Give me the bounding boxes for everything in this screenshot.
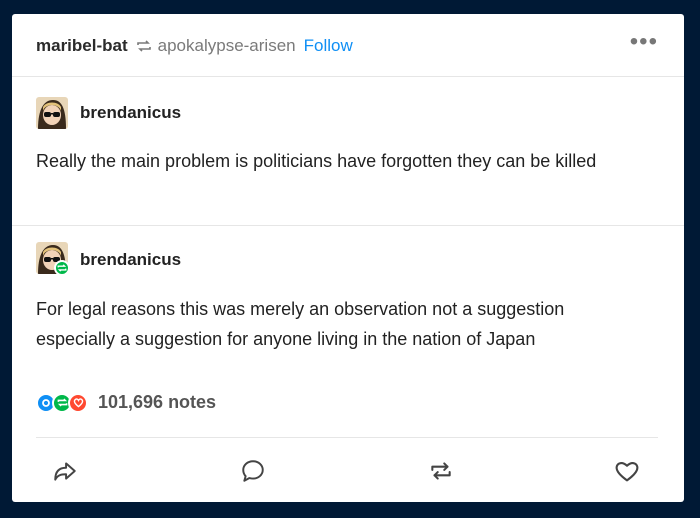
reblog-source-link[interactable]: apokalypse-arisen	[158, 36, 296, 56]
tumblr-post-card: maribel-bat apokalypse-arisen Follow •••	[12, 14, 684, 502]
reblog-icon	[136, 38, 152, 54]
more-options-icon[interactable]: •••	[630, 30, 658, 54]
share-icon[interactable]	[50, 456, 80, 486]
notes-row[interactable]: 101,696 notes	[36, 392, 216, 413]
like-note-icon	[68, 392, 88, 413]
post-author-link[interactable]: maribel-bat	[36, 36, 128, 56]
notes-count[interactable]: 101,696 notes	[98, 392, 216, 413]
reblog-action-icon[interactable]	[426, 456, 456, 486]
reply-icon[interactable]	[238, 456, 268, 486]
follow-button[interactable]: Follow	[304, 36, 353, 56]
like-icon[interactable]	[612, 456, 642, 486]
post-actions-bar	[12, 450, 684, 490]
avatar[interactable]	[36, 242, 70, 276]
reblog-entry-2: brendanicus For legal reasons this was m…	[12, 226, 684, 382]
post-body-text: Really the main problem is politicians h…	[36, 151, 597, 171]
avatar[interactable]	[36, 97, 68, 129]
post-body-text: For legal reasons this was merely an obs…	[36, 299, 565, 349]
username-link[interactable]: brendanicus	[80, 250, 181, 270]
reblog-entry-1: brendanicus Really the main problem is p…	[12, 77, 684, 226]
divider	[36, 437, 658, 438]
reblog-badge-icon	[54, 260, 70, 276]
post-header: maribel-bat apokalypse-arisen Follow •••	[12, 14, 684, 77]
username-link[interactable]: brendanicus	[80, 103, 181, 123]
